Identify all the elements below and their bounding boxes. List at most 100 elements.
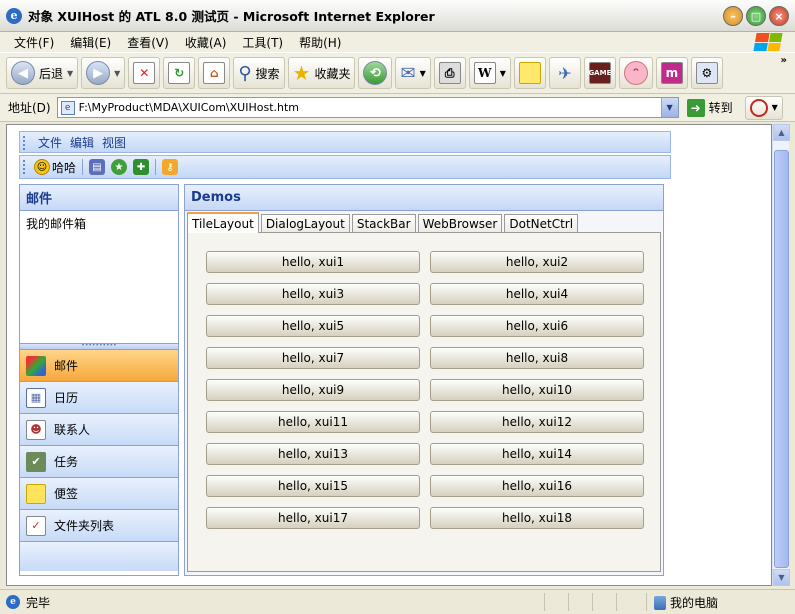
app-menu-view[interactable]: 视图 <box>98 134 130 151</box>
menu-help[interactable]: 帮助(H) <box>291 34 349 51</box>
hello-xui4-button[interactable]: hello, xui4 <box>430 283 644 305</box>
menu-file[interactable]: 文件(F) <box>6 34 62 51</box>
nav-label: 邮件 <box>54 359 79 373</box>
mail-envelope-icon: ✉ <box>400 62 416 84</box>
home-button[interactable]: ⌂ <box>198 57 231 89</box>
tab-dotnetctrl[interactable]: DotNetCtrl <box>504 214 579 232</box>
address-dropdown-icon[interactable]: ▼ <box>660 98 678 117</box>
hello-xui16-button[interactable]: hello, xui16 <box>430 475 644 497</box>
menu-grip <box>23 136 26 150</box>
address-input[interactable]: e F:\MyProduct\MDA\XUICom\XUIHost.htm ▼ <box>56 97 679 118</box>
toolbar-grip <box>23 160 26 174</box>
tools-button[interactable]: ⚙ <box>690 57 723 89</box>
status-divider <box>568 593 569 611</box>
status-divider <box>544 593 545 611</box>
scroll-up-icon[interactable]: ▲ <box>773 124 790 141</box>
hello-xui13-button[interactable]: hello, xui13 <box>206 443 420 465</box>
printer-icon: ⎙ <box>438 62 461 84</box>
nav-contacts[interactable]: ☻ 联系人 <box>20 413 178 445</box>
vertical-scrollbar[interactable]: ▲ ▼ <box>772 124 790 586</box>
hello-xui9-button[interactable]: hello, xui9 <box>206 379 420 401</box>
windows-logo-icon <box>753 33 783 51</box>
key-icon[interactable]: ⚷ <box>162 159 179 175</box>
hello-xui11-button[interactable]: hello, xui11 <box>206 411 420 433</box>
book-icon[interactable]: ▤ <box>89 159 106 175</box>
m-button[interactable]: m <box>655 57 688 89</box>
shield-icon[interactable]: ✚ <box>133 159 150 175</box>
history-button[interactable]: ⟲ <box>358 57 393 89</box>
mail-tree: 我的邮件箱 <box>20 211 178 343</box>
refresh-button[interactable]: ↻ <box>163 57 196 89</box>
tab-webbrowser[interactable]: WebBrowser <box>417 214 503 232</box>
hello-xui7-button[interactable]: hello, xui7 <box>206 347 420 369</box>
hello-xui5-button[interactable]: hello, xui5 <box>206 315 420 337</box>
search-button[interactable]: ⚲ 搜索 <box>233 57 285 89</box>
badge-icon[interactable]: ★ <box>111 159 128 175</box>
hello-xui2-button[interactable]: hello, xui2 <box>430 251 644 273</box>
hello-xui10-button[interactable]: hello, xui10 <box>430 379 644 401</box>
back-button[interactable]: ◀ 后退 ▼ <box>6 57 79 89</box>
nav-calendar[interactable]: ▦ 日历 <box>20 381 178 413</box>
nav-folder-list[interactable]: ✓ 文件夹列表 <box>20 509 178 541</box>
pdf-button[interactable]: ▼ <box>744 95 783 120</box>
hello-xui6-button[interactable]: hello, xui6 <box>430 315 644 337</box>
menu-favorites[interactable]: 收藏(A) <box>177 34 235 51</box>
hello-xui1-button[interactable]: hello, xui1 <box>206 251 420 273</box>
nav-notes[interactable]: 便签 <box>20 477 178 509</box>
title-bar: e 对象 XUIHost 的 ATL 8.0 测试页 - Microsoft I… <box>0 0 795 32</box>
ie-logo-icon: e <box>6 7 22 24</box>
messenger-icon: ✈ <box>558 63 572 83</box>
mail-button[interactable]: ✉ ▼ <box>395 57 431 89</box>
nav-label: 便签 <box>54 487 79 501</box>
pig-button[interactable]: ᵔ <box>618 57 653 89</box>
print-button[interactable]: ⎙ <box>433 57 466 89</box>
game-icon: GAME <box>588 62 611 84</box>
xui-host-app: 文件 编辑 视图 ☺ 哈哈 ▤ ★ ✚ ⚷ 邮件 我的邮件箱 •••••••••… <box>19 131 671 581</box>
maximize-button[interactable]: □ <box>746 6 766 26</box>
zone-indicator: 我的电脑 <box>654 594 718 611</box>
scroll-thumb[interactable] <box>774 150 789 568</box>
stop-button[interactable]: ✕ <box>128 57 161 89</box>
contacts-icon: ☻ <box>26 419 46 440</box>
toolbar-separator <box>82 159 84 175</box>
scroll-down-icon[interactable]: ▼ <box>773 569 790 586</box>
haha-button[interactable]: ☺ 哈哈 <box>34 159 76 176</box>
app-menu-file[interactable]: 文件 <box>34 134 66 151</box>
web-content: 文件 编辑 视图 ☺ 哈哈 ▤ ★ ✚ ⚷ 邮件 我的邮件箱 •••••••••… <box>6 124 772 586</box>
hello-xui8-button[interactable]: hello, xui8 <box>430 347 644 369</box>
tab-tilelayout[interactable]: TileLayout <box>187 212 259 233</box>
nav-label: 日历 <box>54 391 79 405</box>
note-button[interactable] <box>513 57 546 89</box>
menu-view[interactable]: 查看(V) <box>119 34 177 51</box>
toolbar-overflow-icon[interactable]: » <box>781 55 787 66</box>
menu-edit[interactable]: 编辑(E) <box>62 34 119 51</box>
nav-tasks[interactable]: ✔ 任务 <box>20 445 178 477</box>
close-button[interactable]: × <box>769 6 789 26</box>
minimize-button[interactable]: – <box>723 6 743 26</box>
hello-xui3-button[interactable]: hello, xui3 <box>206 283 420 305</box>
mailbox-item[interactable]: 我的邮件箱 <box>26 215 172 232</box>
edit-button[interactable]: W ▼ <box>468 57 511 89</box>
game-button[interactable]: GAME <box>583 57 616 89</box>
hello-xui12-button[interactable]: hello, xui12 <box>430 411 644 433</box>
tab-dialoglayout[interactable]: DialogLayout <box>260 214 350 232</box>
status-divider <box>616 593 617 611</box>
hello-xui17-button[interactable]: hello, xui17 <box>206 507 420 529</box>
go-button[interactable]: ➜ 转到 <box>683 97 737 119</box>
m-logo-icon: m <box>660 62 683 84</box>
go-arrow-icon: ➜ <box>686 98 705 117</box>
messenger-button[interactable]: ✈ <box>548 57 581 89</box>
status-bar: e 完毕 我的电脑 <box>0 589 795 614</box>
hello-xui15-button[interactable]: hello, xui15 <box>206 475 420 497</box>
hello-xui14-button[interactable]: hello, xui14 <box>430 443 644 465</box>
star-icon: ★ <box>292 61 311 85</box>
forward-button[interactable]: ▶ ▼ <box>81 57 126 89</box>
menu-tools[interactable]: 工具(T) <box>234 34 291 51</box>
nav-mail[interactable]: 邮件 <box>20 349 178 381</box>
favorites-button[interactable]: ★ 收藏夹 <box>287 57 356 89</box>
nav-footer <box>20 541 178 571</box>
tab-stackbar[interactable]: StackBar <box>351 214 416 232</box>
nav-label: 文件夹列表 <box>54 519 115 533</box>
hello-xui18-button[interactable]: hello, xui18 <box>430 507 644 529</box>
app-menu-edit[interactable]: 编辑 <box>66 134 98 151</box>
